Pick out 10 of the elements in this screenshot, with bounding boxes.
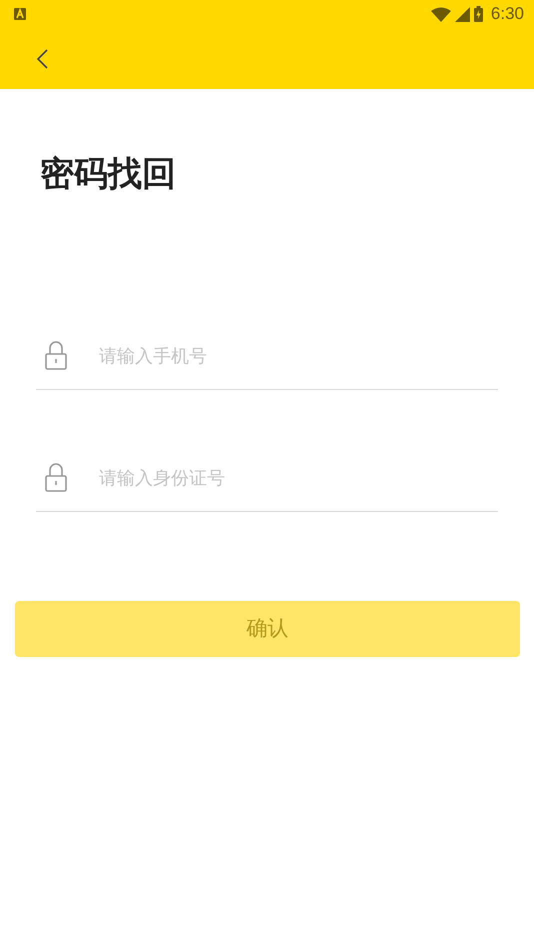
page-title: 密码找回 <box>40 153 177 196</box>
signal-icon <box>454 6 470 22</box>
input-field[interactable]: 请输入身份证号 <box>99 465 498 492</box>
notification-icon <box>14 8 26 20</box>
clock-time: 6:30 <box>490 3 524 26</box>
lock-icon <box>45 462 67 492</box>
battery-icon <box>474 6 483 22</box>
input-field[interactable]: 请输入手机号 <box>99 343 498 370</box>
lock-icon <box>45 340 67 370</box>
wifi-icon <box>430 6 451 22</box>
